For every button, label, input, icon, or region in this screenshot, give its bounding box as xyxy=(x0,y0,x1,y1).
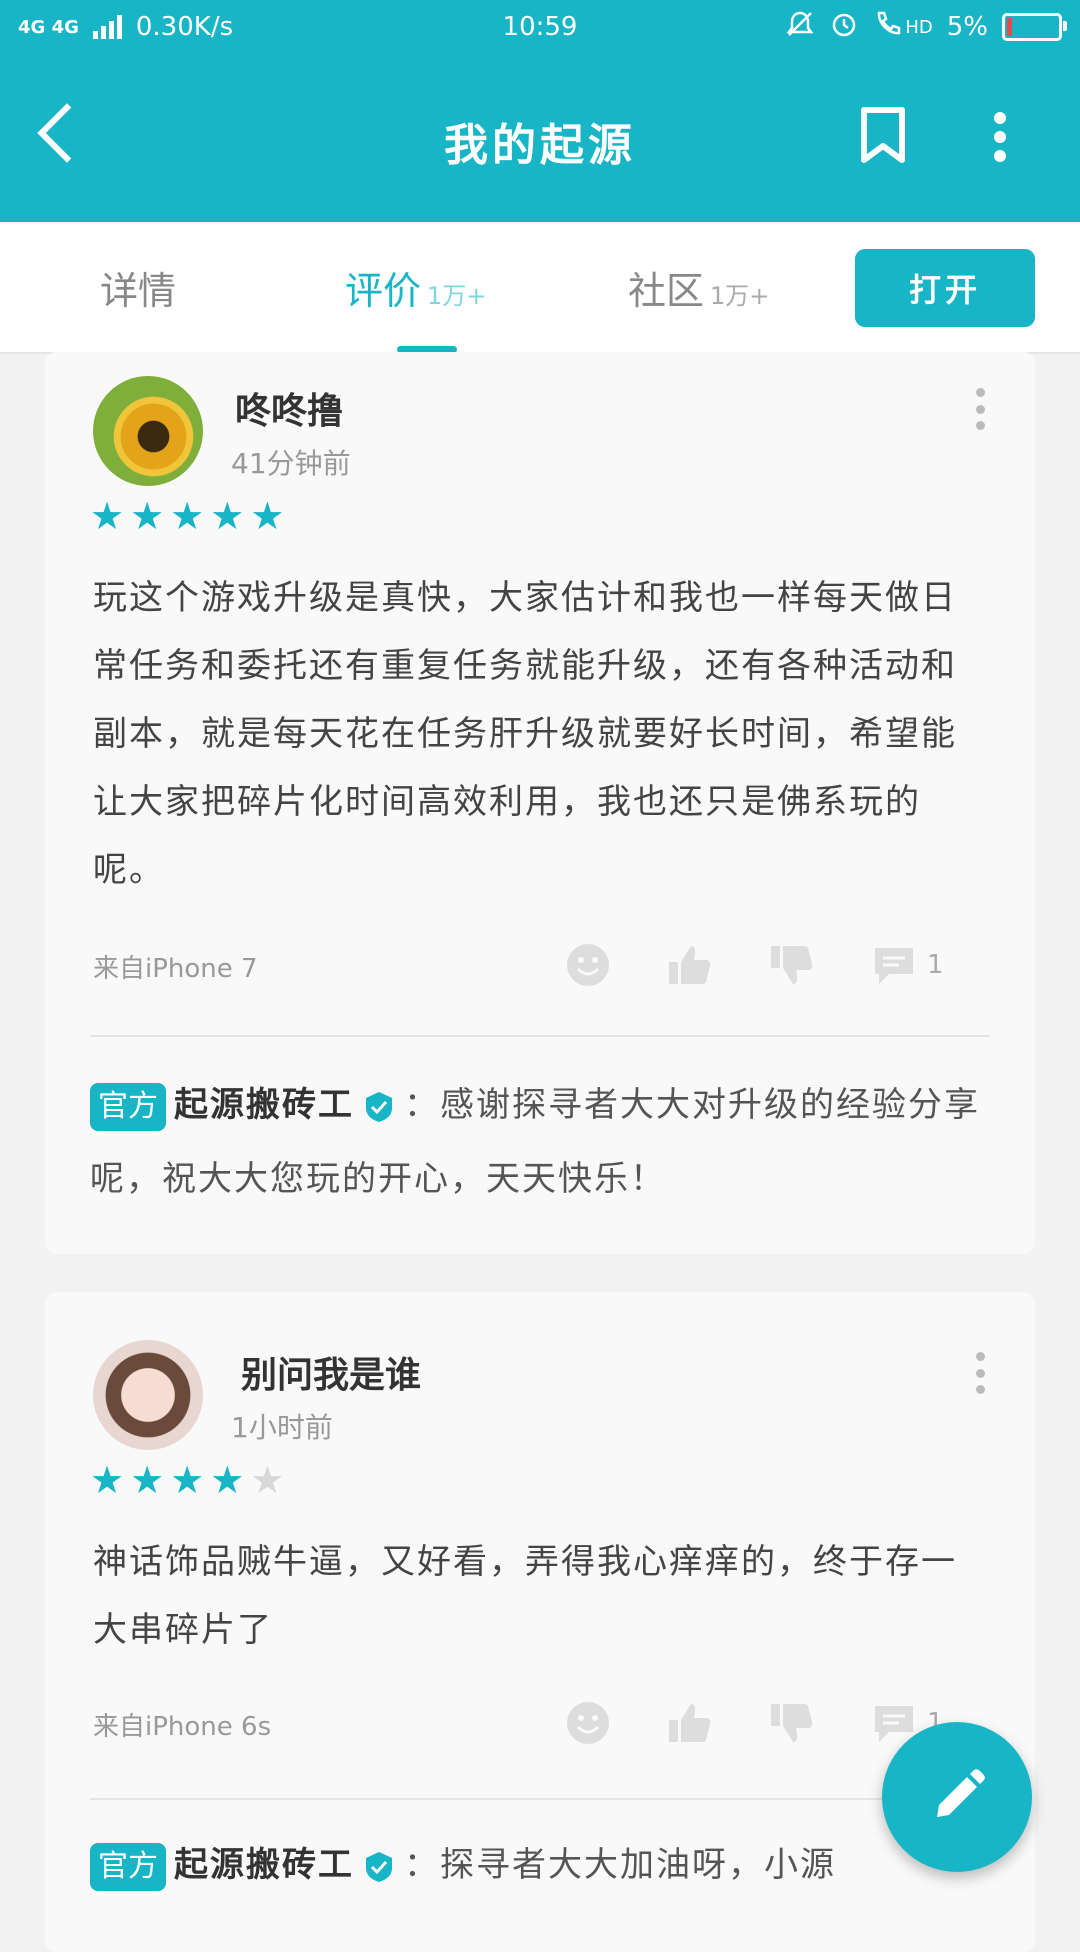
verified-icon xyxy=(366,1091,392,1122)
star-rating: ★ ★ ★ ★ ★ xyxy=(90,1460,284,1500)
star-icon: ★ xyxy=(250,1458,285,1502)
review-time: 41分钟前 xyxy=(231,447,351,480)
star-icon: ★ xyxy=(90,494,125,538)
reply-text: ：探寻者大大加油呀，小源 xyxy=(404,1845,836,1885)
review-text: 玩这个游戏升级是真快，大家估计和我也一样每天做日常任务和委托还有重复任务就能升级… xyxy=(93,578,957,890)
review-time: 1小时前 xyxy=(231,1411,333,1444)
star-icon: ★ xyxy=(170,494,205,538)
thumbs-down-icon[interactable] xyxy=(769,1700,815,1746)
tab-community[interactable]: 社区 1万+ xyxy=(628,260,769,315)
tab-label: 社区 xyxy=(628,269,705,313)
more-vert-icon[interactable] xyxy=(975,388,985,430)
smile-icon[interactable] xyxy=(565,1700,611,1746)
avatar[interactable] xyxy=(93,376,203,486)
tab-label: 详情 xyxy=(100,269,177,313)
review-card: 别问我是谁 1小时前 ★ ★ ★ ★ ★ 神话饰品贼牛逼，又好看，弄得我心痒痒的… xyxy=(45,1292,1035,1952)
tab-count: 1万+ xyxy=(710,282,770,310)
open-button[interactable]: 打开 xyxy=(855,249,1035,327)
star-icon: ★ xyxy=(130,494,165,538)
thumbs-up-icon[interactable] xyxy=(667,1700,713,1746)
tab-reviews[interactable]: 评价 1万+ xyxy=(345,260,486,315)
verified-icon xyxy=(366,1851,392,1882)
official-reply: 官方 起源搬砖工 ：感谢探寻者大大对升级的经验分享呢，祝大大您玩的开心，天天快乐！ xyxy=(90,1068,990,1216)
tab-label: 评价 xyxy=(345,269,422,313)
more-vert-icon[interactable] xyxy=(975,1352,985,1394)
thumbs-up-icon[interactable] xyxy=(667,942,713,988)
review-card: 咚咚撸 41分钟前 ★ ★ ★ ★ ★ 玩这个游戏升级是真快，大家估计和我也一样… xyxy=(45,352,1035,1254)
app-bar: 我的起源 xyxy=(0,54,1080,222)
star-icon: ★ xyxy=(170,1458,205,1502)
edit-pencil-icon xyxy=(937,1769,985,1817)
review-username[interactable]: 咚咚撸 xyxy=(235,382,343,434)
bookmark-icon[interactable] xyxy=(860,106,906,164)
review-actions: 1 xyxy=(565,942,944,988)
battery-icon xyxy=(1002,13,1067,41)
reply-author[interactable]: 起源搬砖工 xyxy=(174,1085,354,1125)
clock: 10:59 xyxy=(502,12,578,42)
official-badge: 官方 xyxy=(90,1082,166,1131)
official-badge: 官方 xyxy=(90,1842,166,1891)
star-icon: ★ xyxy=(210,494,245,538)
review-username[interactable]: 别问我是谁 xyxy=(241,1346,421,1398)
official-reply: 官方 起源搬砖工 ：探寻者大大加油呀，小源 xyxy=(90,1828,990,1902)
tab-count: 1万+ xyxy=(427,282,487,310)
review-text: 神话饰品贼牛逼，又好看，弄得我心痒痒的，终于存一大串碎片了 xyxy=(93,1542,957,1650)
tab-details[interactable]: 详情 xyxy=(100,260,176,315)
write-review-button[interactable] xyxy=(882,1722,1032,1872)
thumbs-down-icon[interactable] xyxy=(769,942,815,988)
more-vert-icon[interactable] xyxy=(992,112,1008,162)
reply-author[interactable]: 起源搬砖工 xyxy=(174,1845,354,1885)
divider xyxy=(90,1798,990,1800)
star-rating: ★ ★ ★ ★ ★ xyxy=(90,496,284,536)
comment-icon[interactable] xyxy=(871,942,917,988)
star-icon: ★ xyxy=(210,1458,245,1502)
review-device: 来自iPhone 7 xyxy=(93,954,258,984)
avatar[interactable] xyxy=(93,1340,203,1450)
smile-icon[interactable] xyxy=(565,942,611,988)
divider xyxy=(90,1035,990,1037)
review-actions: 1 xyxy=(565,1700,944,1746)
review-device: 来自iPhone 6s xyxy=(93,1712,272,1742)
star-icon: ★ xyxy=(130,1458,165,1502)
status-bar: 4G 4G 0.30K/s 10:59 HD 5% xyxy=(0,0,1080,54)
star-icon: ★ xyxy=(90,1458,125,1502)
star-icon: ★ xyxy=(250,494,285,538)
page-title: 我的起源 xyxy=(444,120,636,171)
tab-bar: 详情 评价 1万+ 社区 1万+ 打开 xyxy=(0,222,1080,354)
comment-count: 1 xyxy=(927,950,944,980)
top-header: 4G 4G 0.30K/s 10:59 HD 5% 我的起源 xyxy=(0,0,1080,222)
